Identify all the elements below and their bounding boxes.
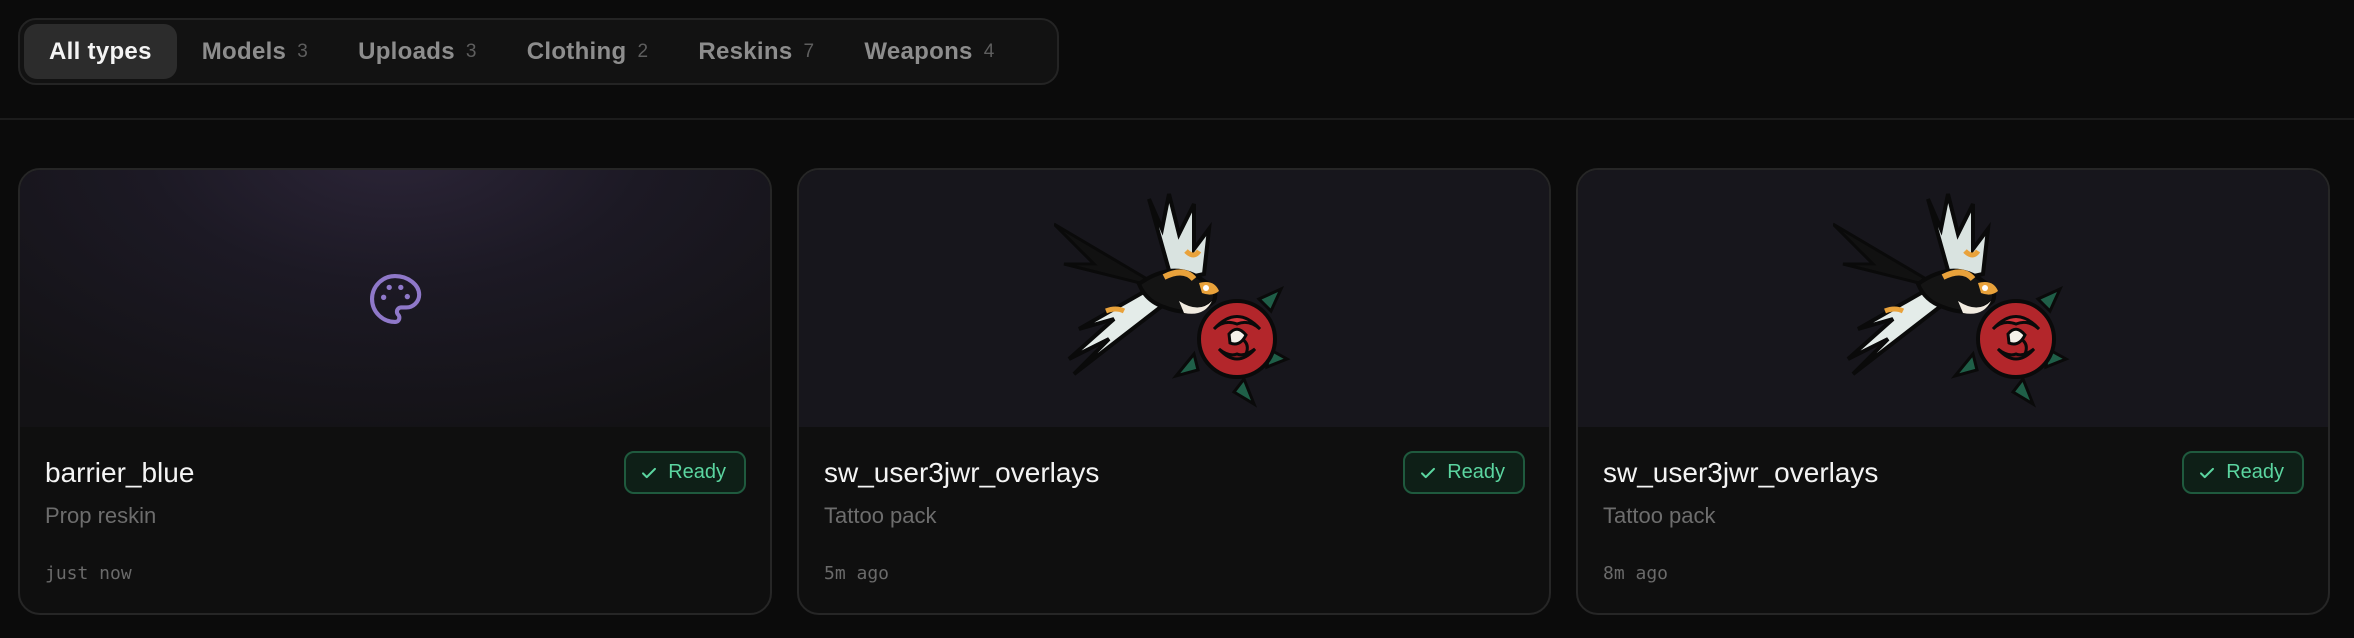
type-filter-bar: All types Models 3 Uploads 3 Clothing 2 …	[18, 18, 1059, 85]
asset-card-body: sw_user3jwr_overlays Tattoo pack 5m ago …	[799, 427, 1549, 613]
asset-type: Tattoo pack	[1603, 503, 1716, 528]
filter-count: 4	[983, 40, 995, 62]
filter-label: Clothing	[526, 37, 627, 65]
asset-timestamp: 8m ago	[1603, 563, 1669, 584]
asset-type: Tattoo pack	[824, 503, 937, 528]
status-badge: Ready	[2182, 451, 2304, 494]
status-badge: Ready	[1403, 451, 1525, 494]
status-badge: Ready	[624, 451, 746, 494]
asset-timestamp: 5m ago	[824, 563, 890, 584]
palette-icon	[370, 273, 422, 324]
swallow-rose-tattoo-image	[1833, 193, 2070, 408]
filter-label: Uploads	[358, 37, 455, 65]
check-icon	[642, 467, 657, 478]
asset-timestamp: just now	[45, 563, 132, 584]
filter-label: Weapons	[864, 37, 973, 65]
check-icon	[1421, 467, 1436, 478]
filter-weapons[interactable]: Weapons 4	[839, 24, 1019, 79]
filter-count: 2	[637, 40, 649, 62]
asset-card-body: barrier_blue Prop reskin just now Ready	[20, 427, 770, 613]
asset-thumbnail	[1578, 170, 2328, 427]
filter-count: 3	[297, 40, 309, 62]
asset-card[interactable]: barrier_blue Prop reskin just now Ready	[18, 168, 772, 615]
filter-label: Reskins	[698, 37, 793, 65]
asset-title: sw_user3jwr_overlays	[1603, 457, 1879, 488]
asset-thumbnail	[799, 170, 1549, 427]
asset-title: barrier_blue	[45, 457, 195, 488]
asset-card[interactable]: sw_user3jwr_overlays Tattoo pack 8m ago …	[1576, 168, 2330, 615]
filter-uploads[interactable]: Uploads 3	[333, 24, 502, 79]
filter-all-types[interactable]: All types	[24, 24, 177, 79]
status-label: Ready	[2226, 461, 2284, 483]
filter-count: 3	[465, 40, 477, 62]
filter-label: Models	[201, 37, 287, 65]
filter-reskins[interactable]: Reskins 7	[673, 24, 839, 79]
asset-title: sw_user3jwr_overlays	[824, 457, 1100, 488]
filter-label: All types	[49, 37, 152, 65]
status-label: Ready	[1447, 461, 1505, 483]
filter-count: 7	[803, 40, 815, 62]
header-divider	[0, 118, 2354, 120]
asset-card[interactable]: sw_user3jwr_overlays Tattoo pack 5m ago …	[797, 168, 1551, 615]
asset-card-body: sw_user3jwr_overlays Tattoo pack 8m ago …	[1578, 427, 2328, 613]
filter-clothing[interactable]: Clothing 2	[502, 24, 674, 79]
asset-type: Prop reskin	[45, 503, 157, 528]
swallow-rose-tattoo-image	[1054, 193, 1291, 408]
check-icon	[2200, 467, 2215, 478]
asset-thumbnail	[20, 170, 770, 427]
filter-models[interactable]: Models 3	[177, 24, 333, 79]
status-label: Ready	[668, 461, 726, 483]
